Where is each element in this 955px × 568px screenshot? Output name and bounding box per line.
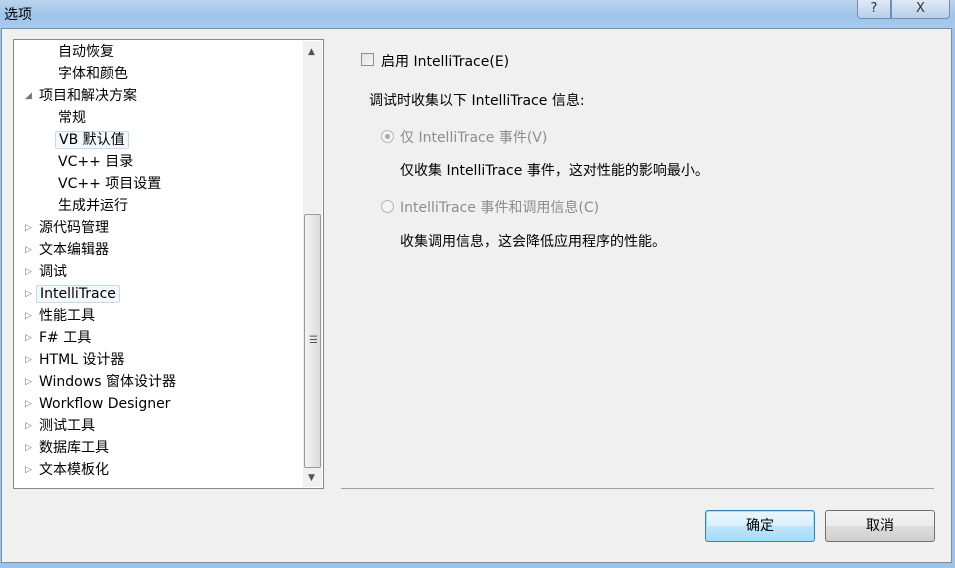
radio-events-and-calls[interactable] xyxy=(381,200,394,213)
tree-item-label: VC++ 目录 xyxy=(58,154,134,170)
radio-events-only[interactable] xyxy=(381,130,394,143)
radio-events-only-label[interactable]: 仅 IntelliTrace 事件(V) xyxy=(400,127,547,147)
collapsed-arrow-icon[interactable]: ▷ xyxy=(25,421,32,431)
tree-item-label: 调试 xyxy=(39,264,67,280)
tree-item-label: 字体和颜色 xyxy=(58,66,128,82)
tree-item-label: 项目和解决方案 xyxy=(39,88,137,104)
tree-item-label: Windows 窗体设计器 xyxy=(39,374,176,390)
collapsed-arrow-icon[interactable]: ▷ xyxy=(25,245,32,255)
options-dialog: ▲ ☰ ▼ 自动恢复字体和颜色 ◢ 项目和解决方案常规 VB 默认值 VC++ 目录 VC… xyxy=(1,28,952,563)
tree-item[interactable]: 常规 xyxy=(58,108,86,128)
tree-item[interactable]: IntelliTrace xyxy=(36,284,120,304)
collapsed-arrow-icon[interactable]: ▷ xyxy=(25,289,32,299)
tree-item-label: 文本编辑器 xyxy=(39,242,109,258)
close-button[interactable]: X xyxy=(891,0,950,19)
collapsed-arrow-icon[interactable]: ▷ xyxy=(25,355,32,365)
tree-item[interactable]: VC++ 项目设置 xyxy=(58,174,161,194)
divider xyxy=(341,488,934,489)
tree-item-label: 常规 xyxy=(58,110,86,126)
tree-item[interactable]: 文本模板化 xyxy=(39,460,109,480)
events-only-description: 仅收集 IntelliTrace 事件，这对性能的影响最小。 xyxy=(400,163,709,179)
options-tree[interactable]: ▲ ☰ ▼ 自动恢复字体和颜色 ◢ 项目和解决方案常规 VB 默认值 VC++ 目录 VC… xyxy=(13,39,324,489)
tree-item-label: F# 工具 xyxy=(39,330,92,346)
expanded-arrow-icon[interactable]: ◢ xyxy=(25,91,32,101)
collapsed-arrow-icon[interactable]: ▷ xyxy=(25,443,32,453)
tree-item-label: VB 默认值 xyxy=(55,131,129,149)
tree-item-label: Workflow Designer xyxy=(39,396,171,412)
collapsed-arrow-icon[interactable]: ▷ xyxy=(25,223,32,233)
collapsed-arrow-icon[interactable]: ▷ xyxy=(25,333,32,343)
tree-item-label: 数据库工具 xyxy=(39,440,109,456)
enable-intellitrace-checkbox[interactable] xyxy=(361,53,374,66)
collect-heading: 调试时收集以下 IntelliTrace 信息: xyxy=(369,93,585,109)
help-button[interactable]: ? xyxy=(857,0,891,19)
collapsed-arrow-icon[interactable]: ▷ xyxy=(25,465,32,475)
radio-events-and-calls-label[interactable]: IntelliTrace 事件和调用信息(C) xyxy=(400,197,599,217)
scroll-up-icon[interactable]: ▲ xyxy=(308,47,315,57)
tree-item[interactable]: 项目和解决方案 xyxy=(39,86,137,106)
tree-item[interactable]: 调试 xyxy=(39,262,67,282)
collapsed-arrow-icon[interactable]: ▷ xyxy=(25,267,32,277)
tree-item-label: 测试工具 xyxy=(39,418,95,434)
events-and-calls-description: 收集调用信息，这会降低应用程序的性能。 xyxy=(400,234,666,250)
collapsed-arrow-icon[interactable]: ▷ xyxy=(25,311,32,321)
collapsed-arrow-icon[interactable]: ▷ xyxy=(25,399,32,409)
tree-item-label: 文本模板化 xyxy=(39,462,109,478)
tree-item[interactable]: F# 工具 xyxy=(39,328,91,348)
tree-item[interactable]: 字体和颜色 xyxy=(58,64,128,84)
tree-scrollbar[interactable]: ▲ ☰ ▼ xyxy=(303,41,322,487)
tree-item-label: VC++ 项目设置 xyxy=(58,176,162,192)
title-bar: 选项 ? X xyxy=(0,0,955,28)
tree-item[interactable]: 测试工具 xyxy=(39,416,95,436)
tree-item-label: 性能工具 xyxy=(39,308,95,324)
tree-item-label: 生成并运行 xyxy=(58,198,128,214)
collapsed-arrow-icon[interactable]: ▷ xyxy=(25,377,32,387)
scroll-thumb[interactable]: ☰ xyxy=(304,214,321,468)
tree-item-label: HTML 设计器 xyxy=(39,352,125,368)
tree-item-label: 自动恢复 xyxy=(58,44,114,60)
ok-button[interactable]: 确定 xyxy=(705,510,815,542)
tree-item[interactable]: HTML 设计器 xyxy=(39,350,124,370)
cancel-button[interactable]: 取消 xyxy=(825,510,935,542)
window-title: 选项 xyxy=(4,7,32,23)
tree-item[interactable]: Windows 窗体设计器 xyxy=(39,372,176,392)
tree-item[interactable]: VB 默认值 xyxy=(55,130,129,150)
tree-item[interactable]: 性能工具 xyxy=(39,306,95,326)
tree-item[interactable]: 数据库工具 xyxy=(39,438,109,458)
enable-intellitrace-label[interactable]: 启用 IntelliTrace(E) xyxy=(381,51,509,71)
tree-item[interactable]: VC++ 目录 xyxy=(58,152,133,172)
tree-item-label: 源代码管理 xyxy=(39,220,109,236)
tree-item-label: IntelliTrace xyxy=(36,285,120,303)
tree-item[interactable]: Workflow Designer xyxy=(39,394,170,414)
grip-icon: ☰ xyxy=(309,335,318,346)
tree-item[interactable]: 生成并运行 xyxy=(58,196,128,216)
tree-item[interactable]: 文本编辑器 xyxy=(39,240,109,260)
tree-item[interactable]: 源代码管理 xyxy=(39,218,109,238)
tree-item[interactable]: 自动恢复 xyxy=(58,42,114,62)
scroll-down-icon[interactable]: ▼ xyxy=(308,473,315,483)
